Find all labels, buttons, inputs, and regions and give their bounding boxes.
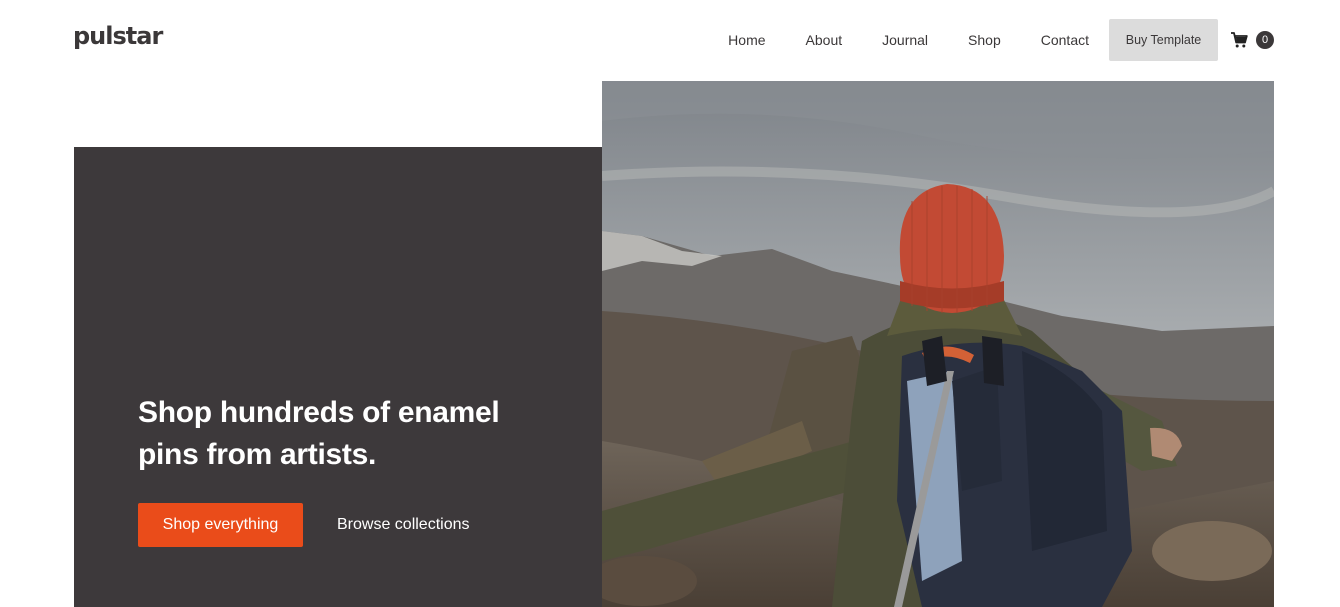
hero-image	[602, 81, 1274, 607]
nav-link-about[interactable]: About	[806, 19, 843, 61]
brand-logo[interactable]: pulstar	[73, 22, 163, 50]
nav-link-journal[interactable]: Journal	[882, 19, 928, 61]
hero-title: Shop hundreds of enamel pins from artist…	[138, 396, 500, 471]
buy-template-button[interactable]: Buy Template	[1109, 19, 1218, 61]
nav-link-shop[interactable]: Shop	[968, 19, 1001, 61]
shop-everything-button[interactable]: Shop everything	[138, 503, 303, 547]
nav-link-home[interactable]: Home	[728, 19, 765, 61]
browse-collections-link[interactable]: Browse collections	[337, 503, 470, 547]
cart-button[interactable]: 0	[1230, 31, 1274, 49]
main-nav: Home About Journal Shop Contact Buy Temp…	[728, 19, 1274, 61]
cart-icon	[1230, 31, 1248, 49]
cart-count-badge: 0	[1256, 31, 1274, 49]
nav-link-contact[interactable]: Contact	[1041, 19, 1089, 61]
hero-panel: Shop hundreds of enamel pins from artist…	[74, 147, 602, 607]
